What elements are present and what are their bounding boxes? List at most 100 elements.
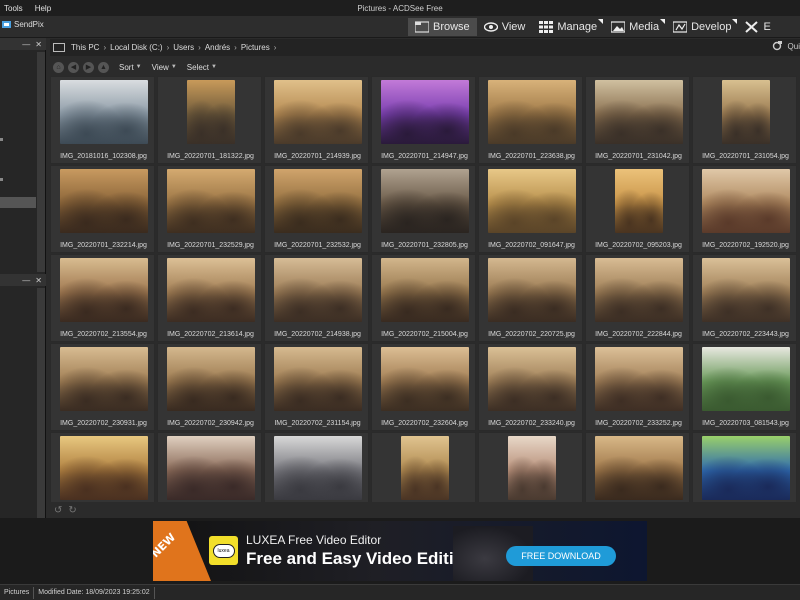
sendpix-label: SendPix <box>14 20 44 29</box>
thumbnail-grid: IMG_20181016_102308.jpg IMG_20220701_1813… <box>50 76 800 502</box>
thumbnail-tile[interactable] <box>264 432 369 502</box>
new-ribbon-text: NEW <box>153 530 179 561</box>
thumbnail-filename: IMG_20181016_102308.jpg <box>60 153 147 160</box>
thumbnail-filename: IMG_20220702_233252.jpg <box>595 420 682 427</box>
thumbnail-tile[interactable]: IMG_20220701_232532.jpg <box>264 165 369 253</box>
menu-help[interactable]: Help <box>35 4 51 13</box>
selected-folder-row[interactable] <box>0 197 36 208</box>
close-icon[interactable]: ✕ <box>35 40 42 49</box>
breadcrumb-item[interactable]: Users <box>173 43 194 52</box>
tree-node-marker[interactable] <box>0 178 3 181</box>
thumbnail-tile[interactable]: IMG_20220702_220725.jpg <box>478 254 583 342</box>
free-download-button[interactable]: FREE DOWNLOAD <box>506 546 616 566</box>
rotate-right-icon[interactable]: ↻ <box>68 505 76 516</box>
breadcrumb-item[interactable]: Andrés <box>205 43 230 52</box>
thumbnail-tile[interactable]: IMG_20220701_181322.jpg <box>157 76 262 164</box>
breadcrumb-item[interactable]: Local Disk (C:) <box>110 43 162 52</box>
thumbnail-tile[interactable]: IMG_20181016_102308.jpg <box>50 76 155 164</box>
window-title: Pictures - ACDSee Free <box>357 3 443 13</box>
chevron-right-icon: › <box>198 43 201 52</box>
thumbnail-tile[interactable]: IMG_20220702_233252.jpg <box>585 343 690 431</box>
thumbnail-tile[interactable]: IMG_20220702_215004.jpg <box>371 254 476 342</box>
sort-menu[interactable]: Sort ▼ <box>119 63 142 72</box>
photo-thumbnail <box>59 436 148 500</box>
thumbnail-tile[interactable] <box>371 432 476 502</box>
photo-thumbnail <box>380 258 469 322</box>
edit-icon <box>745 21 759 33</box>
sendpix-button[interactable]: SendPix <box>2 20 44 29</box>
thumbnail-tile[interactable]: IMG_20220702_214938.jpg <box>264 254 369 342</box>
thumbnail-tile[interactable]: IMG_20220702_232604.jpg <box>371 343 476 431</box>
thumbnail-tile[interactable]: IMG_20220702_213554.jpg <box>50 254 155 342</box>
quick-search-input[interactable]: Qui <box>788 42 800 51</box>
luxea-ad[interactable]: NEW luxea LUXEA Free Video Editor Free a… <box>153 521 647 581</box>
address-bar[interactable]: This PC › Local Disk (C:) › Users › Andrés ›… <box>50 39 800 56</box>
tab-browse[interactable]: Browse <box>408 18 477 36</box>
thumbnail-filename: IMG_20220702_232604.jpg <box>381 420 468 427</box>
thumbnail-tile[interactable]: IMG_20220701_231054.jpg <box>692 76 797 164</box>
photo-thumbnail <box>507 436 556 500</box>
thumbnail-filename: IMG_20220702_230931.jpg <box>60 420 147 427</box>
thumbnail-tile[interactable]: IMG_20220702_192520.jpg <box>692 165 797 253</box>
pin-icon[interactable]: — <box>22 40 30 49</box>
thumbnail-tile[interactable]: IMG_20220702_230942.jpg <box>157 343 262 431</box>
forward-icon[interactable]: ▶ <box>83 61 94 73</box>
thumbnail-tile[interactable]: IMG_20220701_223638.jpg <box>478 76 583 164</box>
thumbnail-tile[interactable]: IMG_20220701_232214.jpg <box>50 165 155 253</box>
chevron-right-icon: › <box>234 43 237 52</box>
folders-scrollbar[interactable] <box>37 52 45 272</box>
tab-view[interactable]: View <box>477 18 533 36</box>
thumbnail-tile[interactable]: IMG_20220701_231042.jpg <box>585 76 690 164</box>
thumbnail-tile[interactable] <box>478 432 583 502</box>
thumbnail-tile[interactable]: IMG_20220703_081543.jpg <box>692 343 797 431</box>
tab-manage[interactable]: Manage <box>532 18 604 36</box>
photo-thumbnail <box>701 347 790 411</box>
thumbnail-tile[interactable]: IMG_20220702_223443.jpg <box>692 254 797 342</box>
thumbnail-tile[interactable]: IMG_20220702_233240.jpg <box>478 343 583 431</box>
photo-thumbnail <box>273 169 362 233</box>
thumbnail-tile[interactable]: IMG_20220702_095203.jpg <box>585 165 690 253</box>
folders-panel-header: — ✕ <box>0 38 46 50</box>
preview-scrollbar[interactable] <box>37 288 45 518</box>
breadcrumb-item[interactable]: This PC <box>71 43 99 52</box>
thumbnail-tile[interactable]: IMG_20220701_214939.jpg <box>264 76 369 164</box>
tab-media[interactable]: Media <box>604 18 666 36</box>
thumbnail-filename: IMG_20220702_223443.jpg <box>702 331 789 338</box>
photo-thumbnail <box>273 347 362 411</box>
thumbnail-tile[interactable]: IMG_20220701_232529.jpg <box>157 165 262 253</box>
tab-develop-label: Develop <box>691 21 732 33</box>
home-icon[interactable]: ⌂ <box>53 61 64 73</box>
breadcrumb-item[interactable]: Pictures <box>241 43 270 52</box>
thumbnail-tile[interactable] <box>585 432 690 502</box>
thumbnail-tile[interactable]: IMG_20220702_231154.jpg <box>264 343 369 431</box>
select-menu[interactable]: Select ▼ <box>187 63 217 72</box>
up-icon[interactable]: ▲ <box>98 61 109 73</box>
tab-edit[interactable]: E <box>738 18 777 36</box>
photo-thumbnail <box>166 169 255 233</box>
thumbnail-tile[interactable] <box>692 432 797 502</box>
thumbnail-tile[interactable]: IMG_20220702_222844.jpg <box>585 254 690 342</box>
back-icon[interactable]: ◀ <box>68 61 79 73</box>
dropdown-indicator <box>598 19 604 24</box>
view-menu[interactable]: View ▼ <box>152 63 177 72</box>
refresh-icon[interactable] <box>772 41 782 51</box>
tree-node-marker[interactable] <box>0 138 3 141</box>
pin-icon[interactable]: — <box>22 276 30 285</box>
caret-down-icon: ▼ <box>135 64 142 70</box>
thumbnail-tile[interactable] <box>50 432 155 502</box>
menu-tools[interactable]: Tools <box>4 4 23 13</box>
thumbnail-tile[interactable]: IMG_20220701_232805.jpg <box>371 165 476 253</box>
photo-thumbnail <box>701 436 790 500</box>
thumbnail-tile[interactable]: IMG_20220702_213614.jpg <box>157 254 262 342</box>
dropdown-indicator <box>732 19 738 24</box>
address-bar-tools: Qui <box>772 41 800 51</box>
tab-develop[interactable]: Develop <box>666 18 738 36</box>
photo-thumbnail <box>594 258 683 322</box>
close-icon[interactable]: ✕ <box>35 276 42 285</box>
tab-browse-label: Browse <box>433 21 470 33</box>
rotate-left-icon[interactable]: ↺ <box>54 505 62 516</box>
thumbnail-tile[interactable]: IMG_20220702_230931.jpg <box>50 343 155 431</box>
thumbnail-tile[interactable] <box>157 432 262 502</box>
thumbnail-tile[interactable]: IMG_20220702_091647.jpg <box>478 165 583 253</box>
thumbnail-tile[interactable]: IMG_20220701_214947.jpg <box>371 76 476 164</box>
